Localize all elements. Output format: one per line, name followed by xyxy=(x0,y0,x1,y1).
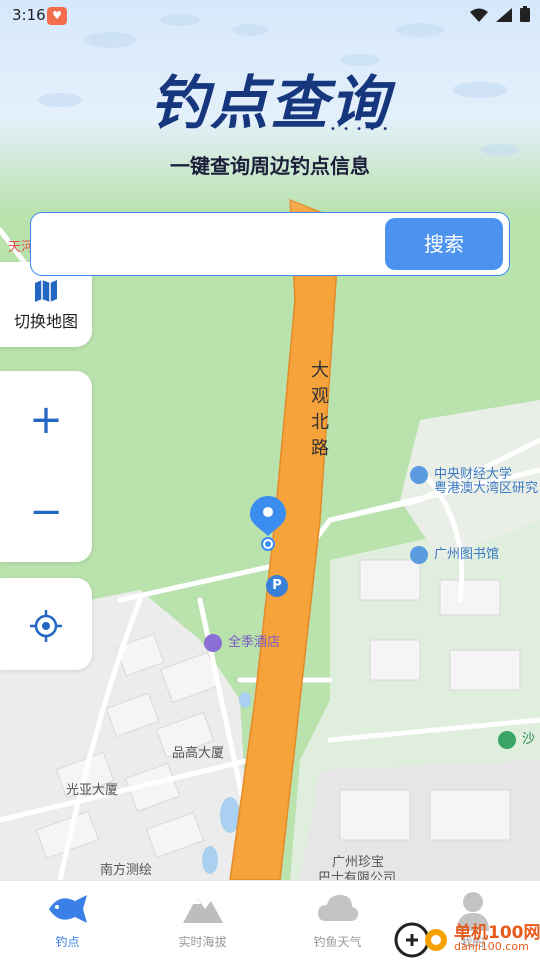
app-title: 钓点查询 xyxy=(149,69,390,137)
mountain-icon xyxy=(182,897,223,923)
zoom-out-button[interactable]: − xyxy=(0,467,92,557)
nav-item-fishing-spots[interactable]: 钓点 xyxy=(0,881,135,960)
map-layers-icon xyxy=(35,280,57,302)
university-icon xyxy=(410,465,428,484)
watermark-url: danji100.com xyxy=(454,940,529,953)
map-label-nanfang: 南方测绘 xyxy=(100,863,153,878)
map-label-zhenbao-2: 巴士有限公司 xyxy=(318,871,397,880)
switch-map-label: 切换地图 xyxy=(13,312,78,331)
zoom-controls: + − xyxy=(0,371,92,562)
app-subtitle: 一键查询周边钓点信息 xyxy=(170,154,370,178)
wifi-icon xyxy=(470,7,488,26)
map-label-pingao: 品高大厦 xyxy=(172,746,225,761)
poi-library[interactable]: 广州图书馆 xyxy=(410,543,499,564)
nav-item-elevation[interactable]: 实时海拔 xyxy=(135,881,270,960)
poi-gba-label: 粤港澳大湾区研究 xyxy=(434,481,539,496)
signal-icon xyxy=(496,7,512,26)
battery-icon xyxy=(520,6,530,26)
fish-icon xyxy=(48,895,87,923)
road-label: 大观北路 xyxy=(311,360,329,459)
locate-button[interactable] xyxy=(0,578,92,670)
search-input[interactable] xyxy=(43,223,383,267)
status-time: 3:16 xyxy=(12,6,46,24)
map-label-guangya: 光亚大厦 xyxy=(66,783,119,798)
nav-label: 实时海拔 xyxy=(178,935,227,949)
system-icons xyxy=(470,6,530,26)
hotel-icon xyxy=(204,633,222,652)
nav-item-weather[interactable]: 钓鱼天气 xyxy=(270,881,405,960)
park-icon xyxy=(498,730,516,749)
crosshair-icon xyxy=(30,610,62,642)
watermark: 单机100网 danji100.com xyxy=(392,916,540,960)
cloud-icon xyxy=(317,895,358,921)
status-bar: 3:16 ♥ xyxy=(0,0,540,32)
poi-park[interactable]: 沙 xyxy=(498,728,535,749)
poi-hotel[interactable]: 全季酒店 xyxy=(204,631,280,652)
nav-label: 钓点 xyxy=(55,935,80,949)
library-icon xyxy=(410,545,428,564)
zoom-in-button[interactable]: + xyxy=(0,375,92,465)
watermark-logo-icon xyxy=(394,922,447,958)
nav-label: 钓鱼天气 xyxy=(313,935,362,949)
title-decoration: • • • • • xyxy=(330,124,391,135)
app-notification-icon: ♥ xyxy=(47,7,67,25)
parking-icon[interactable]: P xyxy=(266,575,288,597)
search-bar: 搜索 xyxy=(30,212,510,276)
header: 3:16 ♥ 钓点查询 • • • • • 一键查询周边钓点信息 xyxy=(0,0,540,215)
search-button[interactable]: 搜索 xyxy=(385,218,503,270)
